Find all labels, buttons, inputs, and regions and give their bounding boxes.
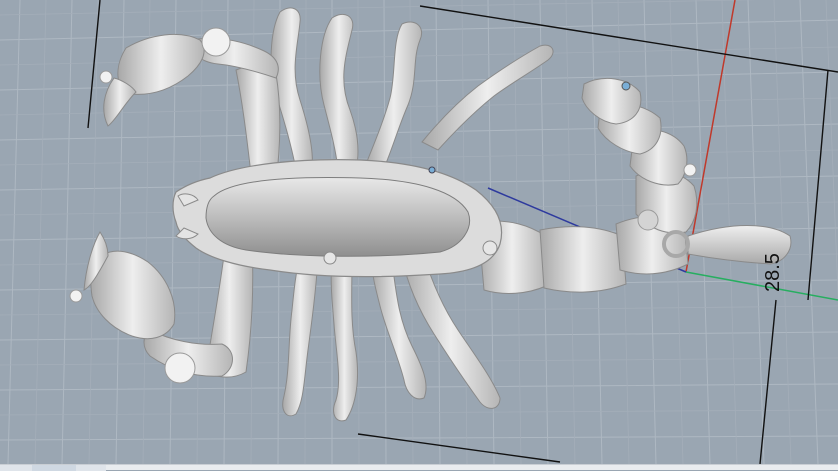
tail[interactable] <box>477 78 698 294</box>
viewport-canvas[interactable] <box>0 0 838 464</box>
upper-pincer-joint <box>201 27 231 57</box>
body-cavity <box>205 177 470 257</box>
tail-joint-marker-2 <box>637 209 659 231</box>
perspective-viewport[interactable]: 28.5 <box>0 0 838 464</box>
viewport-tab-1[interactable] <box>0 465 32 471</box>
dimension-label[interactable]: 28.5 <box>762 253 785 292</box>
lower-pincer-joint <box>164 352 196 384</box>
viewport-tab-2[interactable] <box>32 465 76 471</box>
tail-joint-marker <box>683 163 697 177</box>
viewport-tab-3[interactable] <box>76 465 106 471</box>
body-stud <box>323 251 337 265</box>
viewport-tab-strip <box>0 464 838 471</box>
upper-pincer[interactable] <box>103 34 281 183</box>
tail-tip-marker <box>621 81 631 91</box>
body-stud-2 <box>482 240 498 256</box>
body-gem <box>428 166 436 174</box>
lower-legs[interactable] <box>282 255 501 422</box>
upper-pincer-tip <box>99 70 113 84</box>
lower-pincer-tip <box>69 289 83 303</box>
